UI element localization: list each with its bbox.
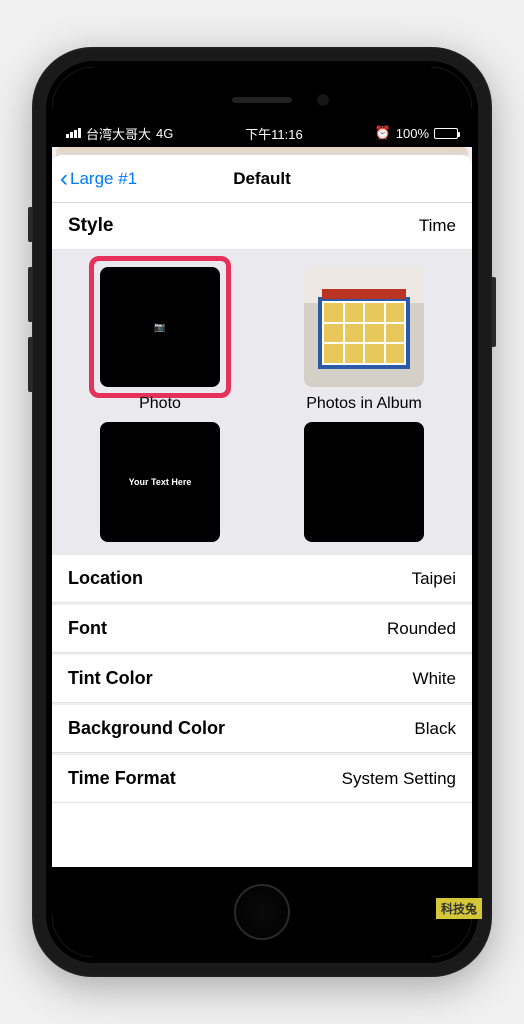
setting-value: Rounded <box>387 619 456 639</box>
setting-value: White <box>413 669 456 689</box>
setting-row-background-color[interactable]: Background Color Black <box>52 705 472 753</box>
chevron-left-icon: ‹ <box>60 165 68 193</box>
thumb-text-label: Your Text Here <box>129 477 192 487</box>
setting-value: Taipei <box>412 569 456 589</box>
settings-sheet: ‹ Large #1 Default Style Time <box>52 155 472 867</box>
style-thumb-album <box>304 267 424 387</box>
nav-header: ‹ Large #1 Default <box>52 155 472 203</box>
style-thumb-photo: 📷 <box>100 267 220 387</box>
style-label: Style <box>68 215 113 237</box>
style-option-custom-text[interactable]: Your Text Here <box>58 418 262 555</box>
front-camera <box>317 94 329 106</box>
style-option-photo[interactable]: 📷 Photo <box>58 263 262 418</box>
setting-label: Font <box>68 618 107 639</box>
setting-label: Location <box>68 568 143 589</box>
setting-row-font[interactable]: Font Rounded <box>52 605 472 653</box>
bottom-bezel <box>52 867 472 957</box>
network-label: 4G <box>156 126 173 141</box>
settings-list: Location Taipei Font Rounded Tint Color … <box>52 555 472 803</box>
volume-up-button <box>28 267 32 322</box>
setting-row-time-format[interactable]: Time Format System Setting <box>52 755 472 803</box>
carrier-label: 台湾大哥大 <box>86 124 151 143</box>
mute-switch <box>28 207 32 242</box>
setting-row-tint-color[interactable]: Tint Color White <box>52 655 472 703</box>
clock-time: 下午11:16 <box>245 124 303 143</box>
style-option-label: Photos in Album <box>306 395 422 413</box>
style-row[interactable]: Style Time <box>52 203 472 249</box>
top-bezel: 台湾大哥大 4G 下午11:16 ⏰ 100% <box>52 67 472 147</box>
home-button[interactable] <box>234 884 290 940</box>
power-button <box>492 277 496 347</box>
setting-label: Background Color <box>68 718 225 739</box>
battery-icon <box>434 128 458 139</box>
setting-label: Tint Color <box>68 668 153 689</box>
battery-pct: 100% <box>396 126 429 141</box>
setting-value: System Setting <box>342 769 456 789</box>
back-label: Large #1 <box>70 169 137 189</box>
style-thumb-blank <box>304 422 424 542</box>
setting-row-location[interactable]: Location Taipei <box>52 555 472 603</box>
nav-title: Default <box>233 169 291 189</box>
back-button[interactable]: ‹ Large #1 <box>52 165 137 193</box>
photo-icon: 📷 <box>154 322 165 333</box>
style-option-photos-in-album[interactable]: Photos in Album <box>262 263 466 418</box>
style-option-label: Photo <box>139 395 181 413</box>
alarm-icon: ⏰ <box>375 125 391 141</box>
volume-down-button <box>28 337 32 392</box>
style-value: Time <box>419 216 456 236</box>
setting-label: Time Format <box>68 768 176 789</box>
signal-icon <box>66 128 81 138</box>
setting-value: Black <box>414 719 456 739</box>
content-area: ‹ Large #1 Default Style Time <box>52 147 472 867</box>
style-option-blank[interactable] <box>262 418 466 555</box>
phone-frame: 台湾大哥大 4G 下午11:16 ⏰ 100% ‹ <box>32 47 492 977</box>
speaker-grill <box>232 97 292 103</box>
status-bar: 台湾大哥大 4G 下午11:16 ⏰ 100% <box>52 121 472 147</box>
style-thumb-text: Your Text Here <box>100 422 220 542</box>
watermark: 科技兔 <box>436 898 482 919</box>
style-grid: 📷 Photo Photos in Album <box>52 249 472 555</box>
